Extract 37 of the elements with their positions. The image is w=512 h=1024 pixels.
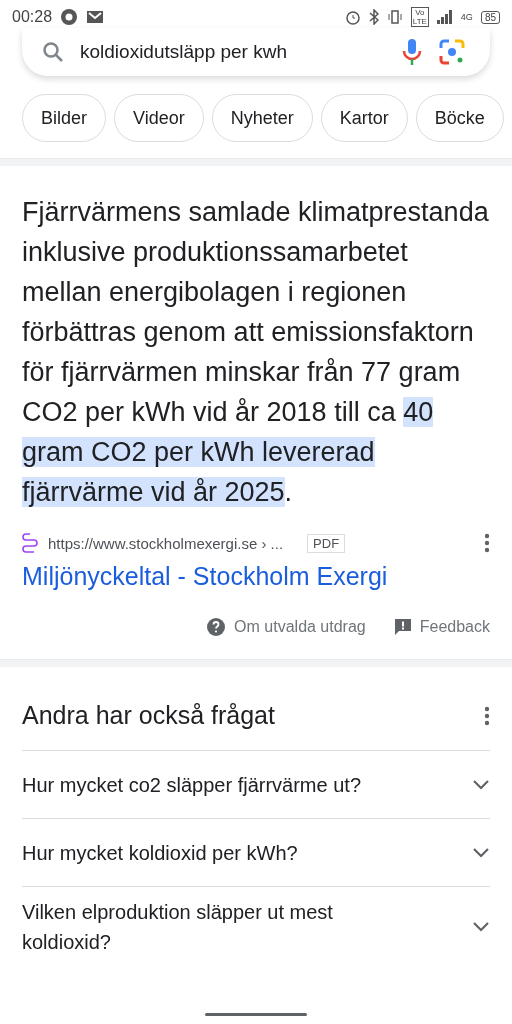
search-query[interactable]: koldioxidutsläpp per kwh bbox=[80, 41, 386, 63]
filter-chip[interactable]: Böcke bbox=[415, 94, 504, 142]
chevron-icon[interactable] bbox=[472, 921, 490, 933]
more-icon[interactable] bbox=[484, 533, 490, 553]
vibrate-icon bbox=[386, 9, 403, 25]
more-icon[interactable] bbox=[484, 705, 490, 726]
help-icon bbox=[206, 617, 227, 637]
chevron-icon[interactable] bbox=[472, 846, 490, 859]
file-type-tag: PDF bbox=[307, 533, 346, 553]
signal-icon bbox=[436, 10, 453, 24]
about-link[interactable]: Om utvalda utdrag bbox=[206, 617, 366, 637]
battery-level: 85 bbox=[480, 10, 500, 24]
alarm-icon bbox=[344, 9, 361, 25]
section-heading: Andra har också frågat bbox=[22, 701, 276, 730]
search-icon[interactable] bbox=[42, 41, 64, 63]
filter-chip[interactable]: Kartor bbox=[320, 94, 408, 142]
question-row[interactable]: Hur mycket co2 släpper fjärrvärme ut? bbox=[22, 750, 490, 818]
filter-chip[interactable]: Nyheter bbox=[211, 94, 313, 142]
clock: 00:28 bbox=[12, 8, 53, 26]
microphone-icon[interactable] bbox=[402, 38, 422, 66]
feedback-link[interactable]: Feedback bbox=[393, 617, 490, 637]
search-bar[interactable]: koldioxidutsläpp per kwh bbox=[22, 28, 490, 76]
network-type: 4G bbox=[460, 12, 473, 22]
filter-chip[interactable]: Bilder bbox=[22, 94, 107, 142]
filter-chip[interactable]: Videor bbox=[114, 94, 204, 142]
volte-indicator: Vo LTE bbox=[410, 7, 429, 27]
snippet-text: Fjärrvärmens samlade klimatprestanda inklusive produktionssamarbetet mellan energibolagen i regionen förbättras genom att emissionsfaktorn för fjärrvärmen minskar från 77 gram CO2 per kWh vid år 2018 till ca 40 gram CO2 per kWh levererad fjärrvärme vid år 2025. bbox=[22, 196, 490, 509]
question-row[interactable]: Vilken elproduktion släpper ut mest koldioxid? bbox=[22, 886, 490, 967]
chevron-icon[interactable] bbox=[472, 778, 490, 791]
site-logo-icon bbox=[22, 532, 38, 554]
source-url: https://www.stockholmexergi.se › ... bbox=[48, 534, 284, 552]
mail-icon bbox=[86, 10, 105, 24]
feedback-icon bbox=[393, 618, 412, 636]
question-row[interactable]: Hur mycket koldioxid per kWh? bbox=[22, 818, 490, 886]
camera-lens-icon[interactable] bbox=[438, 38, 466, 66]
bluetooth-icon bbox=[368, 9, 379, 25]
result-title-link[interactable]: Miljönyckeltal - Stockholm Exergi bbox=[22, 562, 490, 591]
